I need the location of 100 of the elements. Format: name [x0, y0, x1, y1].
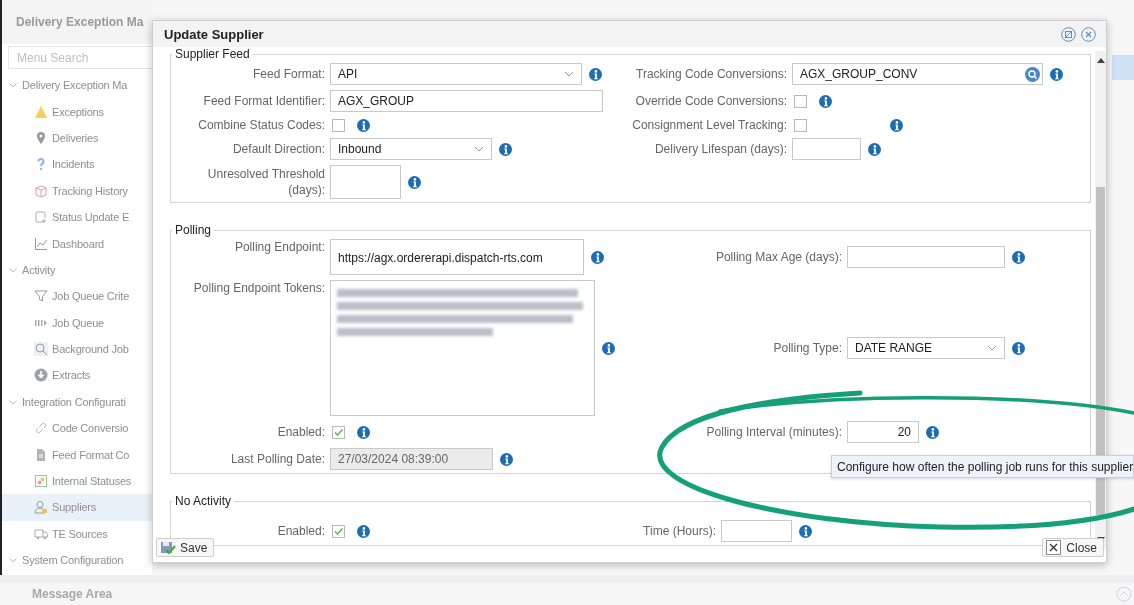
chevron-down-icon — [474, 144, 484, 154]
document-icon — [34, 447, 48, 462]
menu-item[interactable]: Job Queue Crite — [2, 283, 152, 310]
menu-item[interactable]: Background Job — [2, 335, 152, 363]
field-label: Delivery Lifespan (days): — [653, 141, 787, 157]
menu-group-item[interactable]: Integration Configurati — [2, 388, 152, 416]
menu-item[interactable]: Dashboard — [2, 230, 152, 257]
menu-item[interactable]: Extracts — [2, 362, 152, 389]
info-icon[interactable] — [602, 341, 615, 355]
section-title: Supplier Feed — [174, 47, 251, 61]
field-label: Override Code Conversions: — [634, 93, 787, 109]
text-field[interactable]: https://agx.ordererapi.dispatch-rts.com — [330, 239, 584, 275]
menu-item[interactable]: Job Queue — [2, 309, 152, 336]
info-icon[interactable] — [591, 250, 604, 264]
menu-item[interactable]: Exceptions — [2, 98, 152, 125]
field-label: Enabled: — [276, 424, 325, 440]
menu-item[interactable]: Incidents — [2, 151, 152, 178]
number-field[interactable]: 20 — [847, 421, 919, 443]
info-icon[interactable] — [499, 142, 512, 156]
checkbox[interactable] — [332, 524, 345, 538]
field-label: Enabled: — [276, 523, 325, 539]
download-icon — [34, 368, 48, 383]
chevron-down-icon — [564, 69, 574, 79]
truck-icon — [34, 526, 48, 541]
scroll-up-icon — [1096, 57, 1105, 63]
field-label: Consignment Level Tracking: — [631, 117, 787, 133]
menu-item[interactable]: Internal Statuses — [2, 467, 152, 495]
section-title: Polling — [174, 223, 213, 237]
person-icon — [34, 500, 48, 515]
chevron-down-icon — [987, 343, 997, 353]
text-field[interactable] — [721, 520, 792, 542]
menu-group-item[interactable]: System Configuration — [2, 547, 152, 574]
text-field[interactable] — [330, 165, 401, 199]
info-icon[interactable] — [357, 524, 370, 538]
field-label: Last Polling Date: — [229, 451, 325, 467]
info-icon[interactable] — [799, 524, 812, 538]
funnel-icon — [34, 289, 48, 304]
tooltip: Configure how often the polling job runs for this supplier — [831, 455, 1134, 478]
info-icon[interactable] — [890, 118, 903, 132]
read-only-field: 27/03/2024 08:39:00 — [330, 448, 493, 470]
question-mark-icon — [34, 157, 48, 172]
restore-icon[interactable] — [1061, 26, 1076, 42]
warning-icon — [34, 104, 48, 119]
field-label: Tracking Code Conversions: — [635, 66, 787, 82]
text-field[interactable] — [792, 138, 861, 160]
field-label: Polling Endpoint Tokens: — [192, 280, 325, 296]
info-icon[interactable] — [1012, 250, 1025, 264]
field-label: Combine Status Codes: — [197, 117, 325, 133]
field-label: Polling Type: — [772, 340, 842, 356]
info-icon[interactable] — [500, 452, 513, 466]
link-icon — [34, 421, 48, 436]
line-chart-icon — [34, 236, 48, 251]
save-icon — [160, 540, 176, 555]
checkbox[interactable] — [794, 118, 807, 132]
dropdown[interactable]: API — [330, 63, 582, 85]
close-icon[interactable] — [1081, 26, 1096, 42]
close-button[interactable]: Close — [1042, 538, 1104, 557]
info-icon[interactable] — [926, 425, 939, 439]
field-label: Feed Format: — [251, 66, 325, 82]
map-pin-icon — [34, 130, 48, 145]
collapse-icon — [1116, 586, 1132, 603]
lookup-field[interactable]: AGX_GROUP_CONV — [792, 63, 1043, 85]
menu-item[interactable]: Tracking History — [2, 177, 152, 204]
dialog-title: Update Supplier — [164, 26, 264, 42]
menu-group-item[interactable]: Activity — [2, 256, 152, 284]
menu-item[interactable]: Code Conversio — [2, 415, 152, 442]
dropdown[interactable]: Inbound — [330, 138, 492, 160]
info-icon[interactable] — [819, 94, 832, 108]
menu-item[interactable]: Feed Format Co — [2, 441, 152, 468]
field-label: Default Direction: — [231, 141, 325, 157]
field-label: Polling Endpoint: — [233, 239, 325, 255]
document-plus-icon — [34, 210, 48, 225]
checkbox[interactable] — [332, 118, 345, 132]
checkbox[interactable] — [332, 425, 345, 439]
field-label: Unresolved Threshold (days): — [206, 166, 325, 198]
app-title: Delivery Exception Ma — [2, 0, 152, 44]
menu-item[interactable]: Suppliers — [2, 494, 152, 521]
info-icon[interactable] — [868, 142, 881, 156]
menu-group-item[interactable]: Delivery Exception Ma — [2, 72, 152, 99]
menu-item[interactable]: TE Sources — [2, 520, 152, 548]
info-icon[interactable] — [408, 175, 421, 189]
field-label: Feed Format Identifier: — [202, 93, 325, 109]
field-label: Polling Interval (minutes): — [705, 424, 842, 440]
magnifier-icon — [34, 342, 48, 357]
menu-item[interactable]: Status Update E — [2, 203, 152, 231]
info-icon[interactable] — [1050, 67, 1063, 81]
search-icon[interactable] — [1025, 66, 1040, 82]
info-icon[interactable] — [357, 118, 370, 132]
menu-item[interactable]: Deliveries — [2, 124, 152, 152]
checkbox[interactable] — [794, 94, 807, 108]
message-area-title: Message Area — [32, 587, 113, 602]
cube-icon — [34, 183, 48, 198]
save-button[interactable]: Save — [156, 538, 215, 557]
text-field[interactable]: AGX_GROUP — [330, 90, 603, 112]
info-icon[interactable] — [357, 425, 370, 439]
section-title: No Activity — [174, 494, 232, 508]
dropdown[interactable]: DATE RANGE — [847, 337, 1005, 359]
text-field[interactable] — [847, 246, 1005, 268]
info-icon[interactable] — [1012, 341, 1025, 355]
info-icon[interactable] — [589, 67, 602, 81]
